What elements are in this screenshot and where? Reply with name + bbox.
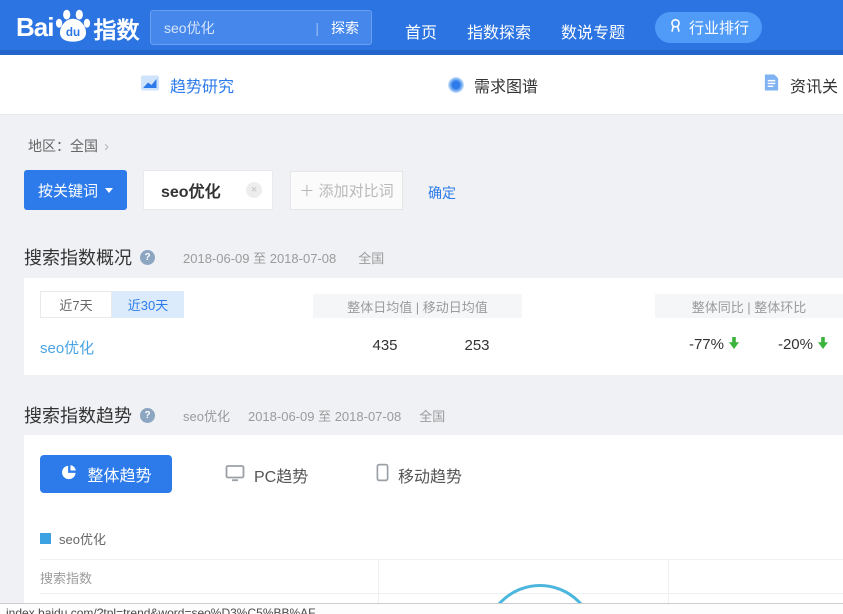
nav-data-topics[interactable]: 数说专题 <box>561 19 625 43</box>
mobile-daily-average-value: 253 <box>447 337 507 354</box>
subnav-trend-research[interactable]: 趋势研究 <box>140 55 234 115</box>
tab-last-7-days[interactable]: 近7天 <box>40 291 112 318</box>
browser-status-bar: index.baidu.com/?tpl=trend&word=seo%D3%C… <box>0 603 843 614</box>
column-header-averages: 整体日均值 | 移动日均值 <box>313 294 522 318</box>
tab-pc-trend[interactable]: PC趋势 <box>225 463 308 487</box>
header-search-input[interactable]: seo优化 <box>151 18 315 38</box>
confirm-link[interactable]: 确定 <box>428 183 456 203</box>
logo-text-bai: Bai <box>16 12 53 43</box>
subnav-demand-map[interactable]: 需求图谱 <box>448 55 538 115</box>
phone-icon <box>376 463 389 487</box>
overall-daily-average-value: 435 <box>355 337 415 354</box>
trend-title: 搜索指数趋势 <box>24 402 132 428</box>
chart-legend[interactable]: seo优化 <box>40 529 106 548</box>
subnav-news-attention[interactable]: 资讯关 <box>763 55 838 115</box>
nav-home[interactable]: 首页 <box>405 19 437 43</box>
overview-date-range: 2018-06-09 至 2018-07-08 <box>183 248 336 267</box>
industry-ranking-label: 行业排行 <box>689 17 749 38</box>
medal-icon <box>668 18 683 37</box>
trend-region: 全国 <box>419 406 445 425</box>
trend-card: 整体趋势 PC趋势 移动趋势 seo优化 搜索指数 <box>24 435 843 604</box>
pie-chart-icon <box>60 463 78 486</box>
tab-last-30-days[interactable]: 近30天 <box>112 291 184 318</box>
tab-overall-trend-label: 整体趋势 <box>87 462 151 486</box>
status-url-text: index.baidu.com/?tpl=trend&word=seo%D3%C… <box>6 606 316 614</box>
trend-date-range: 2018-06-09 至 2018-07-08 <box>248 406 401 425</box>
down-arrow-icon <box>818 336 828 353</box>
down-arrow-icon <box>729 336 739 353</box>
logo-text-suffix: 指数 <box>93 11 139 45</box>
chart-loading-spinner <box>484 584 596 604</box>
top-navigation: 首页 指数探索 数说专题 <box>405 19 625 43</box>
baidu-index-page: Bai du 指数 seo优化 | 探索 首页 指数探索 数说专题 <box>0 0 843 614</box>
table-column-divider <box>378 559 379 604</box>
sub-navigation: 趋势研究 需求图谱 资讯关 <box>0 55 843 115</box>
keyword-value: seo优化 <box>161 178 221 202</box>
overview-region: 全国 <box>358 248 384 267</box>
search-index-row-label: 搜索指数 <box>40 568 92 587</box>
range-tabs: 近7天 近30天 <box>40 291 184 318</box>
tab-pc-trend-label: PC趋势 <box>254 463 308 487</box>
mom-change-cell: -20% <box>766 336 828 353</box>
chevron-right-icon: › <box>104 138 109 155</box>
overview-title-row: 搜索指数概况 ? 2018-06-09 至 2018-07-08 全国 <box>24 244 384 270</box>
help-icon[interactable]: ? <box>140 250 155 265</box>
svg-text:du: du <box>66 26 80 39</box>
trend-title-row: 搜索指数趋势 ? seo优化 2018-06-09 至 2018-07-08 全… <box>24 402 445 428</box>
chevron-down-icon <box>105 188 113 193</box>
trend-chart-icon <box>140 73 160 98</box>
legend-swatch-icon <box>40 533 51 544</box>
trend-keyword: seo优化 <box>183 406 230 425</box>
tab-mobile-trend[interactable]: 移动趋势 <box>376 463 462 487</box>
paw-icon: du <box>55 7 91 48</box>
subnav-trend-research-label: 趋势研究 <box>170 73 234 97</box>
baidu-index-logo[interactable]: Bai du 指数 <box>16 7 139 48</box>
overview-card: 近7天 近30天 整体日均值 | 移动日均值 整体同比 | 整体环比 seo优化… <box>24 278 843 375</box>
legend-label: seo优化 <box>59 529 106 548</box>
search-submit-button[interactable]: 探索 <box>319 18 371 38</box>
table-divider <box>40 593 843 594</box>
tab-overall-trend[interactable]: 整体趋势 <box>40 455 172 493</box>
nav-index-explore[interactable]: 指数探索 <box>467 19 531 43</box>
top-header: Bai du 指数 seo优化 | 探索 首页 指数探索 数说专题 <box>0 0 843 55</box>
keyword-row-link[interactable]: seo优化 <box>40 337 94 358</box>
news-doc-icon <box>763 73 780 97</box>
subnav-news-attention-label: 资讯关 <box>790 73 838 97</box>
keyword-mode-dropdown[interactable]: 按关键词 <box>24 170 127 210</box>
mom-change-value: -20% <box>778 336 813 353</box>
region-label: 地区：全国 <box>28 136 98 156</box>
header-search-box[interactable]: seo优化 | 探索 <box>150 10 372 45</box>
help-icon[interactable]: ? <box>140 408 155 423</box>
table-column-divider <box>668 559 669 604</box>
clear-keyword-icon[interactable]: × <box>246 182 262 198</box>
radar-dot-icon <box>448 77 464 93</box>
keyword-mode-label: 按关键词 <box>38 180 98 201</box>
region-selector[interactable]: 地区：全国 › <box>28 136 109 156</box>
yoy-change-cell: -77% <box>659 336 739 353</box>
industry-ranking-button[interactable]: 行业排行 <box>655 12 762 43</box>
tab-mobile-trend-label: 移动趋势 <box>398 463 462 487</box>
monitor-icon <box>225 464 245 487</box>
column-header-ratios: 整体同比 | 整体环比 <box>655 294 843 318</box>
table-divider <box>40 559 843 560</box>
overview-title: 搜索指数概况 <box>24 244 132 270</box>
add-compare-word-button[interactable]: ＋ 添加对比词 <box>290 171 403 210</box>
keyword-input[interactable]: seo优化 × <box>143 170 273 210</box>
subnav-demand-map-label: 需求图谱 <box>474 73 538 97</box>
yoy-change-value: -77% <box>689 336 724 353</box>
